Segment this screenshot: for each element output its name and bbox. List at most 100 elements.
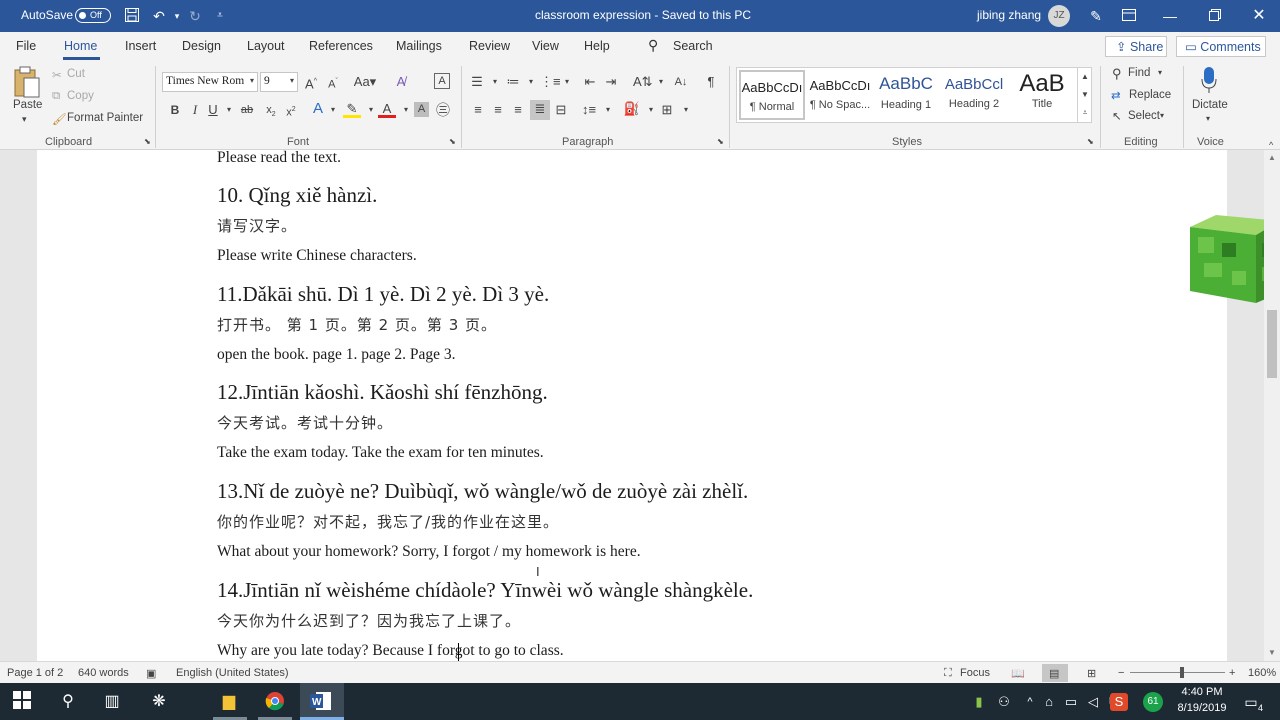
- volume-icon[interactable]: ◁: [1082, 691, 1104, 713]
- paste-dropdown-icon[interactable]: ▾: [22, 114, 27, 125]
- paste-icon[interactable]: [12, 66, 42, 100]
- file-explorer-icon[interactable]: ▆: [218, 691, 240, 713]
- line-spacing-icon[interactable]: ↕≡: [580, 101, 598, 119]
- clear-formatting-icon[interactable]: A̸: [392, 73, 410, 91]
- subscript-icon[interactable]: x2: [262, 101, 280, 119]
- autosave-toggle[interactable]: Off: [75, 8, 111, 23]
- proofing-icon[interactable]: ▣: [146, 667, 156, 680]
- paragraph-launcher-icon[interactable]: ⬊: [717, 137, 724, 146]
- zoom-in-icon[interactable]: +: [1229, 667, 1235, 679]
- sort-icon[interactable]: A↓: [672, 73, 690, 91]
- avatar[interactable]: JZ: [1048, 5, 1070, 27]
- user-name[interactable]: jibing zhang: [977, 8, 1041, 22]
- character-shading-icon[interactable]: A: [414, 102, 429, 117]
- styles-launcher-icon[interactable]: ⬊: [1087, 137, 1094, 146]
- restore-icon[interactable]: [1206, 7, 1224, 25]
- cut-button[interactable]: Cut: [67, 68, 85, 80]
- redo-icon[interactable]: ↻: [186, 7, 204, 25]
- tab-view[interactable]: View: [532, 39, 559, 53]
- dictate-button[interactable]: Dictate: [1192, 99, 1228, 111]
- ribbon-display-icon[interactable]: [1120, 7, 1138, 25]
- enclose-characters-icon[interactable]: ㊂: [434, 101, 452, 119]
- tab-design[interactable]: Design: [182, 39, 221, 53]
- share-button[interactable]: ⇪ Share: [1105, 36, 1167, 57]
- undo-dropdown-icon[interactable]: ▾: [168, 7, 186, 25]
- bullets-icon[interactable]: ☰: [468, 73, 486, 91]
- numbering-icon[interactable]: ≔: [504, 73, 522, 91]
- save-icon[interactable]: [123, 7, 141, 25]
- style-no-spacing[interactable]: AaBbCcDı ¶ No Spac...: [807, 70, 873, 120]
- replace-button[interactable]: Replace: [1129, 89, 1171, 101]
- superscript-icon[interactable]: x2: [282, 101, 300, 119]
- tab-home[interactable]: Home: [64, 39, 97, 53]
- scroll-up-icon[interactable]: ▲: [1268, 153, 1276, 162]
- font-color-icon[interactable]: A: [378, 100, 396, 118]
- network-icon[interactable]: ⌂: [1038, 691, 1060, 713]
- tab-insert[interactable]: Insert: [125, 39, 156, 53]
- paste-button[interactable]: Paste: [13, 99, 42, 111]
- web-layout-icon[interactable]: ⊞: [1087, 667, 1096, 680]
- select-button[interactable]: Select: [1128, 110, 1160, 122]
- close-icon[interactable]: ✕: [1250, 7, 1268, 25]
- windows-start-icon[interactable]: [11, 691, 33, 713]
- styles-scroll[interactable]: ▲ ▼ ⩡: [1077, 68, 1092, 122]
- strikethrough-icon[interactable]: ab: [238, 101, 256, 119]
- search-icon[interactable]: ⚲: [57, 691, 79, 713]
- chrome-icon[interactable]: [264, 691, 286, 713]
- chevron-down-icon[interactable]: ▾: [220, 101, 238, 119]
- chevron-down-icon[interactable]: ▾: [1158, 68, 1162, 77]
- grow-font-icon[interactable]: A^: [302, 73, 320, 91]
- decrease-indent-icon[interactable]: ⇤: [581, 73, 599, 91]
- zoom-slider-thumb[interactable]: [1180, 667, 1184, 678]
- distributed-icon[interactable]: ⊟: [552, 101, 570, 119]
- customize-toolbar-icon[interactable]: ⩡: [211, 7, 229, 25]
- chevron-down-icon[interactable]: ▼: [1078, 86, 1092, 104]
- asian-layout-icon[interactable]: A⇅: [633, 73, 653, 91]
- character-border-icon[interactable]: A: [434, 73, 450, 89]
- more-styles-icon[interactable]: ⩡: [1078, 104, 1092, 122]
- format-painter-button[interactable]: Format Painter: [67, 112, 143, 124]
- pen-icon[interactable]: ✎: [1087, 7, 1105, 25]
- vertical-scrollbar[interactable]: ▲ ▼: [1264, 150, 1280, 661]
- style-heading-2[interactable]: AaBbCcl Heading 2: [941, 70, 1007, 120]
- chevron-down-icon[interactable]: ▾: [1206, 114, 1210, 123]
- chevron-down-icon[interactable]: ▾: [397, 101, 415, 119]
- chevron-down-icon[interactable]: ▾: [486, 73, 504, 91]
- tab-mailings[interactable]: Mailings: [396, 39, 442, 53]
- align-right-icon[interactable]: ≡: [509, 101, 527, 119]
- style-heading-1[interactable]: AaBbC Heading 1: [873, 70, 939, 120]
- chevron-down-icon[interactable]: ▾: [522, 73, 540, 91]
- word-count[interactable]: 640 words: [78, 667, 129, 679]
- app-icon[interactable]: ❋: [148, 691, 170, 713]
- font-name-combo[interactable]: Times New Rom: [162, 72, 258, 92]
- align-left-icon[interactable]: ≡: [469, 101, 487, 119]
- tab-file[interactable]: File: [16, 39, 36, 53]
- search-box[interactable]: Search: [673, 39, 713, 53]
- chevron-down-icon[interactable]: ▾: [677, 101, 695, 119]
- chevron-down-icon[interactable]: ▾: [250, 76, 254, 85]
- font-launcher-icon[interactable]: ⬊: [449, 137, 456, 146]
- style-normal[interactable]: AaBbCcDı ¶ Normal: [739, 70, 805, 120]
- tab-layout[interactable]: Layout: [247, 39, 285, 53]
- italic-icon[interactable]: I: [186, 101, 204, 119]
- borders-icon[interactable]: ⊞: [658, 101, 676, 119]
- shading-icon[interactable]: ⛽: [623, 100, 641, 118]
- find-button[interactable]: Find: [1128, 67, 1150, 79]
- language-status[interactable]: English (United States): [176, 667, 289, 679]
- multilevel-list-icon[interactable]: ⋮≡: [540, 73, 561, 91]
- chevron-down-icon[interactable]: ▾: [558, 73, 576, 91]
- show-formatting-icon[interactable]: ¶: [702, 73, 720, 91]
- battery-icon[interactable]: ▭: [1060, 691, 1082, 713]
- bold-icon[interactable]: B: [166, 101, 184, 119]
- comments-button[interactable]: ▭ Comments: [1176, 36, 1266, 57]
- tab-help[interactable]: Help: [584, 39, 610, 53]
- zoom-level[interactable]: 160%: [1248, 667, 1276, 679]
- chevron-down-icon[interactable]: ▾: [290, 76, 294, 85]
- tab-references[interactable]: References: [309, 39, 373, 53]
- collapse-ribbon-icon[interactable]: ^: [1269, 140, 1273, 150]
- clock-time[interactable]: 4:40 PM: [1175, 686, 1229, 698]
- justify-icon[interactable]: ≣: [530, 100, 550, 120]
- clipboard-launcher-icon[interactable]: ⬊: [144, 137, 151, 146]
- microphone-icon[interactable]: [1200, 66, 1218, 94]
- scroll-thumb[interactable]: [1267, 310, 1277, 378]
